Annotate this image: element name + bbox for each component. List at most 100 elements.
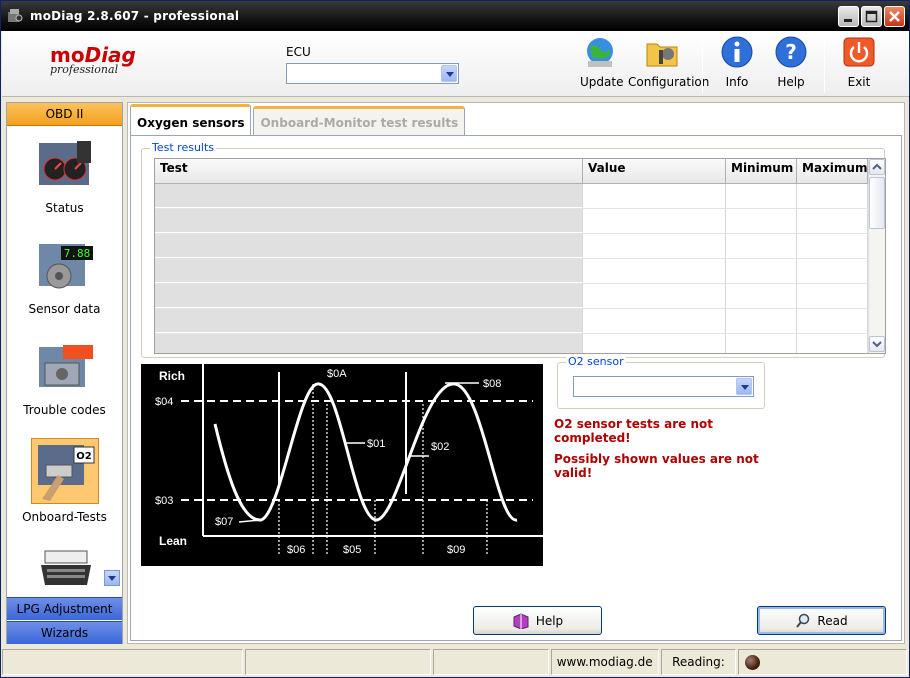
sidebar-item-label: Onboard-Tests [22, 510, 107, 524]
tab-oxygen-sensors[interactable]: Oxygen sensors [130, 104, 252, 135]
table-cell [155, 184, 583, 208]
column-header-minimum[interactable]: Minimum [726, 159, 797, 183]
sidebar-item-status[interactable]: Status [7, 133, 122, 231]
label-08: $08 [483, 378, 501, 390]
app-icon [6, 7, 24, 25]
table-cell [726, 184, 797, 208]
table-cell [155, 234, 583, 258]
table-row[interactable] [155, 209, 885, 234]
tab-onboard-monitor-results[interactable]: Onboard-Monitor test results [253, 106, 466, 135]
sidebar-item-label: Status [45, 201, 84, 215]
chevron-down-icon[interactable] [736, 378, 752, 395]
column-header-maximum[interactable]: Maximum [797, 159, 868, 183]
warning-tests-not-completed: O2 sensor tests are not completed! [554, 417, 713, 445]
test-results-group: Test results Test Value Minimum Maximum [141, 141, 886, 358]
sidebar-item-label: Sensor data [28, 302, 101, 316]
status-cell [245, 649, 432, 675]
sidebar-section-lpg-adjustment[interactable]: LPG Adjustment [7, 597, 122, 620]
timing-guides [278, 384, 488, 554]
read-button-label: Read [817, 613, 848, 628]
label-09: $09 [447, 544, 465, 556]
svg-text:O2: O2 [76, 451, 92, 462]
sidebar-scroll-down-button[interactable] [104, 570, 120, 586]
label-02: $02 [431, 441, 449, 453]
table-cell [797, 234, 868, 258]
scroll-up-button[interactable] [869, 159, 885, 175]
ecu-select[interactable] [286, 63, 459, 84]
maximize-button[interactable] [861, 6, 882, 27]
scroll-down-button[interactable] [869, 336, 885, 352]
info-label: Info [725, 75, 749, 89]
sidebar-item-typewriter[interactable] [7, 537, 122, 597]
configuration-folder-icon [644, 35, 680, 71]
column-header-test[interactable]: Test [155, 159, 583, 183]
help-button[interactable]: ? Help [772, 35, 810, 89]
engine-sensor-icon: 7.88 [37, 240, 95, 298]
close-button[interactable] [884, 6, 905, 27]
table-scrollbar[interactable] [868, 159, 885, 353]
table-cell [726, 284, 797, 308]
table-cell [726, 309, 797, 333]
engine-dtc-icon [37, 341, 95, 399]
table-row[interactable] [155, 184, 885, 209]
table-cell [155, 309, 583, 333]
test-results-legend: Test results [150, 141, 217, 154]
typewriter-icon [37, 543, 95, 593]
table-row[interactable] [155, 334, 885, 353]
sidebar-item-trouble-codes[interactable]: Trouble codes [7, 335, 122, 433]
chevron-down-icon[interactable] [441, 65, 457, 82]
sidebar: OBD II Status 7.88 Sensor data Trouble c… [6, 102, 123, 644]
column-header-value[interactable]: Value [583, 159, 726, 183]
sidebar-item-onboard-tests[interactable]: O2 Onboard-Tests [7, 436, 122, 534]
chevron-down-icon [872, 341, 882, 348]
table-cell [583, 334, 726, 353]
sidebar-header-obd2[interactable]: OBD II [7, 103, 122, 126]
table-cell [583, 184, 726, 208]
table-row[interactable] [155, 234, 885, 259]
label-07: $07 [215, 516, 233, 528]
read-button[interactable]: Read [757, 606, 886, 635]
table-row[interactable] [155, 259, 885, 284]
update-button[interactable]: Update [580, 35, 624, 89]
table-cell [155, 259, 583, 283]
help-button-bottom[interactable]: Help [473, 606, 602, 635]
main-content: Oxygen sensors Onboard-Monitor test resu… [127, 102, 905, 644]
table-row[interactable] [155, 284, 885, 309]
table-cell [155, 209, 583, 233]
sidebar-item-label: Trouble codes [23, 403, 106, 417]
maximize-icon [865, 10, 878, 23]
update-globe-icon [582, 35, 618, 71]
rich-label: Rich [159, 369, 185, 383]
table-cell [726, 259, 797, 283]
o2-sensor-select[interactable] [573, 376, 754, 397]
info-button[interactable]: Info [718, 35, 756, 89]
scroll-thumb[interactable] [869, 177, 885, 229]
label-04: $04 [155, 396, 173, 408]
status-cell [2, 649, 244, 675]
minimize-button[interactable] [838, 6, 859, 27]
configuration-button[interactable]: Configuration [628, 35, 709, 89]
exit-button[interactable]: Exit [840, 35, 878, 89]
label-01: $01 [367, 438, 385, 450]
label-06: $06 [287, 544, 305, 556]
table-cell [583, 309, 726, 333]
label-03: $03 [155, 495, 173, 507]
toolbar: moDiag professional ECU Update Configura… [2, 31, 909, 97]
svg-text:?: ? [785, 40, 797, 64]
update-label: Update [580, 75, 624, 89]
sidebar-item-sensor-data[interactable]: 7.88 Sensor data [7, 234, 122, 332]
table-row[interactable] [155, 309, 885, 334]
status-cell [738, 649, 907, 675]
table-cell [797, 184, 868, 208]
exit-label: Exit [847, 75, 871, 89]
o2-sensor-icon: O2 [31, 438, 99, 504]
sidebar-section-wizards[interactable]: Wizards [7, 621, 122, 644]
table-cell [797, 284, 868, 308]
reading-led-indicator [745, 655, 761, 670]
table-cell [583, 259, 726, 283]
test-results-table[interactable]: Test Value Minimum Maximum [154, 158, 886, 354]
title-bar[interactable]: moDiag 2.8.607 - professional [1, 1, 909, 31]
label-0a: $0A [327, 368, 347, 380]
table-cell [583, 284, 726, 308]
o2-sensor-legend: O2 sensor [566, 355, 626, 368]
